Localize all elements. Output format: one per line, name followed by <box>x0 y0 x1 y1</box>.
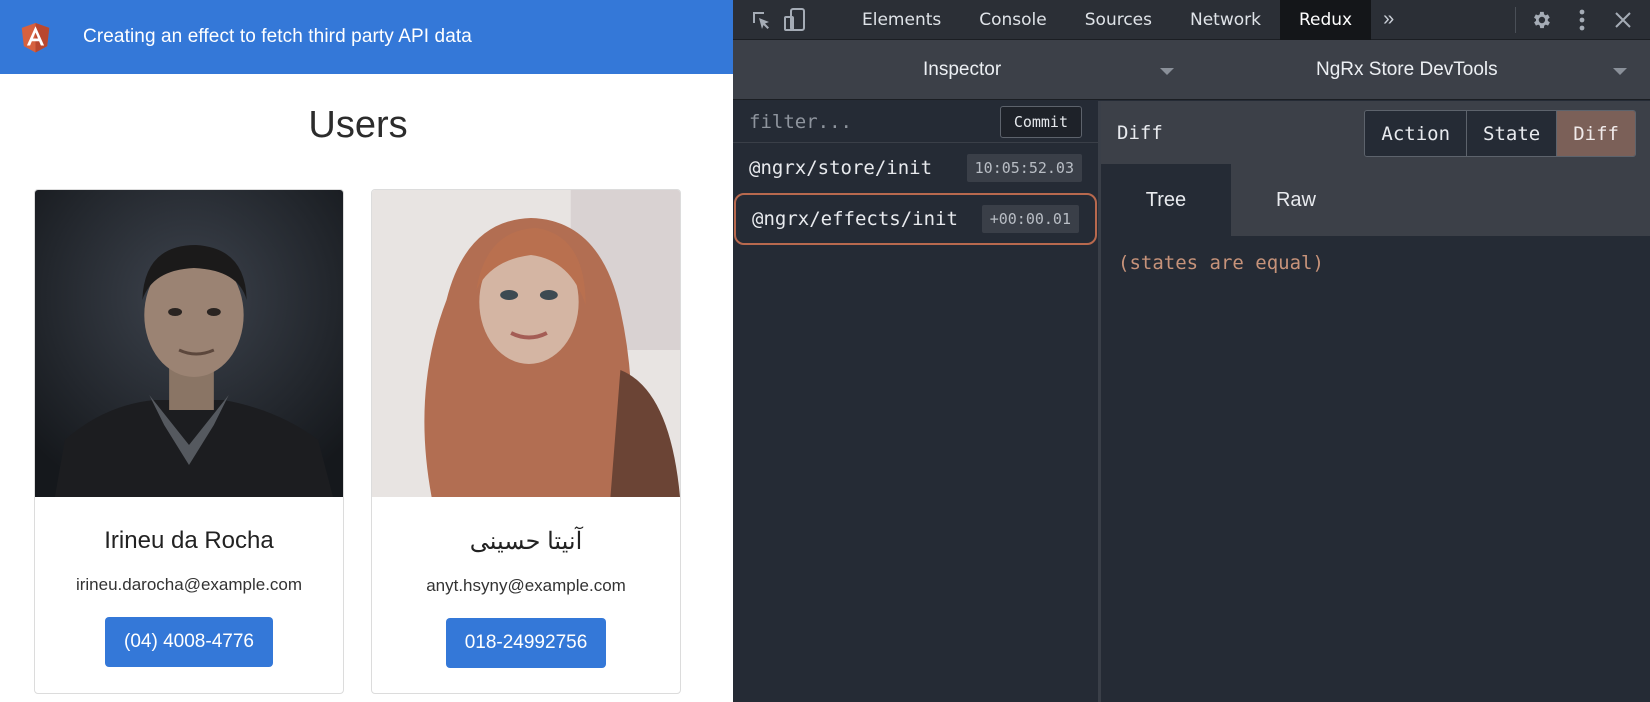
user-name: آنیتا حسینی <box>469 528 583 555</box>
user-email: anyt.hsyny@example.com <box>426 576 626 595</box>
redux-monitor-bar: Inspector NgRx Store DevTools <box>733 40 1650 100</box>
angular-app: Creating an effect to fetch third party … <box>0 0 733 702</box>
redux-inspector: Commit @ngrx/store/init 10:05:52.03 @ngr… <box>733 101 1650 702</box>
action-view-button[interactable]: Action <box>1365 111 1468 156</box>
action-list-pane: Commit @ngrx/store/init 10:05:52.03 @ngr… <box>733 101 1101 702</box>
tab-sources[interactable]: Sources <box>1066 0 1171 40</box>
state-view-button[interactable]: State <box>1467 111 1558 156</box>
user-card: Irineu da Rocha irineu.darocha@example.c… <box>34 189 344 694</box>
angular-logo-icon <box>21 22 50 53</box>
diff-header: Diff Action State Diff <box>1101 101 1650 164</box>
monitor-select[interactable]: Inspector <box>923 59 1001 81</box>
app-title: Creating an effect to fetch third party … <box>83 26 472 47</box>
devtools-panel: Elements Console Sources Network Redux »… <box>733 0 1650 702</box>
commit-button[interactable]: Commit <box>999 105 1082 138</box>
inspect-element-icon[interactable] <box>750 9 772 31</box>
tab-elements[interactable]: Elements <box>843 0 960 40</box>
tab-tree[interactable]: Tree <box>1101 164 1231 236</box>
page-title: Users <box>308 104 408 146</box>
user-phone-button[interactable]: (04) 4008-4776 <box>105 617 273 667</box>
action-type: @ngrx/store/init <box>749 157 933 179</box>
instance-dropdown-icon[interactable] <box>1613 68 1627 75</box>
action-type: @ngrx/effects/init <box>752 208 958 230</box>
user-phone-button[interactable]: 018-24992756 <box>445 618 607 668</box>
devtools-controls <box>1515 0 1650 40</box>
action-timestamp: +00:00.01 <box>981 205 1079 233</box>
action-timestamp: 10:05:52.03 <box>966 154 1082 182</box>
action-filter-input[interactable] <box>749 110 969 133</box>
settings-gear-icon[interactable] <box>1530 9 1552 31</box>
diff-view-button[interactable]: Diff <box>1557 111 1635 156</box>
close-icon[interactable] <box>1612 9 1634 31</box>
panel-title: Diff <box>1117 121 1163 144</box>
tab-network[interactable]: Network <box>1171 0 1280 40</box>
user-photo <box>35 190 343 497</box>
user-photo <box>372 190 680 497</box>
user-name: Irineu da Rocha <box>104 527 274 554</box>
action-list-item[interactable]: @ngrx/store/init 10:05:52.03 <box>733 143 1098 193</box>
toolbar-divider <box>1515 7 1516 33</box>
user-card: آنیتا حسینی anyt.hsyny@example.com 018-2… <box>371 189 681 694</box>
app-toolbar: Creating an effect to fetch third party … <box>0 0 733 74</box>
tab-raw[interactable]: Raw <box>1231 164 1361 236</box>
filter-row: Commit <box>733 101 1098 143</box>
user-email: irineu.darocha@example.com <box>75 575 303 594</box>
device-toolbar-icon[interactable] <box>784 7 806 31</box>
diff-pane: Diff Action State Diff Tree Raw (states … <box>1101 101 1650 702</box>
user-card-list: Irineu da Rocha irineu.darocha@example.c… <box>34 189 681 694</box>
more-tabs-icon[interactable]: » <box>1383 8 1394 31</box>
instance-select[interactable]: NgRx Store DevTools <box>1316 59 1498 81</box>
diff-message: (states are equal) <box>1118 252 1324 274</box>
monitor-dropdown-icon[interactable] <box>1160 68 1174 75</box>
action-list-item[interactable]: @ngrx/effects/init +00:00.01 <box>734 193 1097 245</box>
devtools-tabbar: Elements Console Sources Network Redux » <box>733 0 1650 40</box>
diff-subtabs: Tree Raw <box>1101 164 1650 236</box>
view-switcher: Action State Diff <box>1364 110 1636 157</box>
tab-console[interactable]: Console <box>960 0 1066 40</box>
tab-redux[interactable]: Redux <box>1279 0 1372 40</box>
more-options-icon[interactable] <box>1571 9 1593 31</box>
